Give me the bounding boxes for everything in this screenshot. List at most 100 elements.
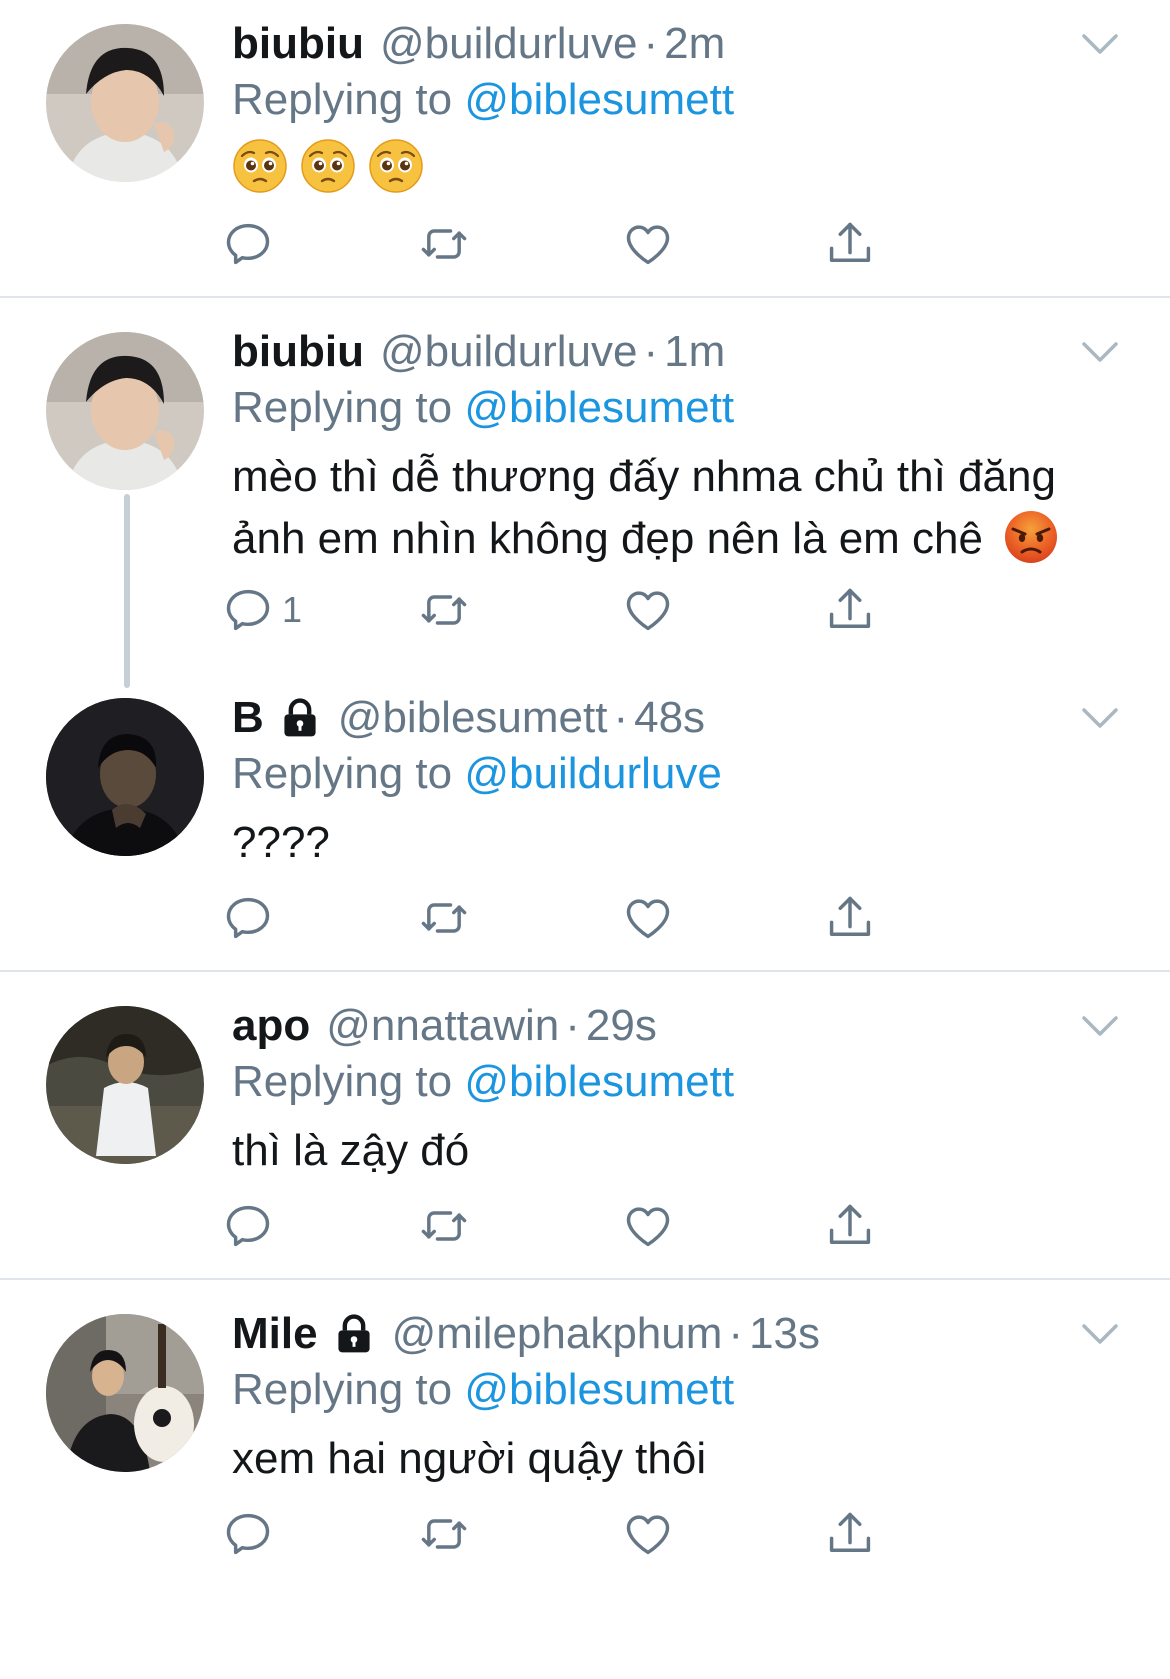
chevron-down-icon[interactable]: [1080, 704, 1120, 732]
retweet-button[interactable]: [418, 890, 470, 946]
tweet[interactable]: B @biblesumett · 48s Replying to @buildu…: [0, 684, 1170, 970]
user-handle[interactable]: @buildurluve: [380, 324, 637, 380]
replying-to-label: Replying to: [232, 749, 453, 798]
replying-to: Replying to @biblesumett: [232, 1362, 734, 1418]
replying-to: Replying to @biblesumett: [232, 380, 734, 436]
avatar[interactable]: [46, 24, 204, 182]
reply-button[interactable]: [222, 1198, 274, 1254]
replying-to-label: Replying to: [232, 383, 453, 432]
tweet-header: apo @nnattawin · 29s: [232, 998, 657, 1054]
avatar[interactable]: [46, 332, 204, 490]
tweet[interactable]: biubiu @buildurluve · 2m Replying to @bi…: [0, 0, 1170, 296]
like-button[interactable]: [622, 216, 674, 272]
replying-to: Replying to @buildurluve: [232, 746, 722, 802]
reply-icon: [222, 1508, 274, 1560]
reply-icon: [222, 584, 274, 636]
like-button[interactable]: [622, 890, 674, 946]
retweet-button[interactable]: [418, 1198, 470, 1254]
timestamp[interactable]: 29s: [586, 998, 657, 1054]
reply-to-handle[interactable]: @biblesumett: [464, 1057, 734, 1106]
reply-icon: [222, 218, 274, 270]
replying-to-label: Replying to: [232, 1057, 453, 1106]
like-button[interactable]: [622, 1506, 674, 1562]
timestamp[interactable]: 1m: [664, 324, 725, 380]
tweet-text-content: mèo thì dễ thương đấy nhma chủ thì đăng …: [232, 452, 1056, 563]
chevron-down-icon[interactable]: [1080, 30, 1120, 58]
tweet-text-content: ????: [232, 818, 330, 867]
separator-dot: ·: [728, 1309, 744, 1358]
tweet[interactable]: apo @nnattawin · 29s Replying to @bibles…: [0, 972, 1170, 1278]
user-handle[interactable]: @nnattawin: [326, 998, 559, 1054]
share-button[interactable]: [824, 582, 876, 638]
chevron-down-icon[interactable]: [1080, 338, 1120, 366]
tweet-text-content: thì là zậy đó: [232, 1126, 470, 1175]
lock-icon: [332, 1312, 376, 1356]
retweet-icon: [418, 584, 470, 636]
share-button[interactable]: [824, 1198, 876, 1254]
pleading-face-emoji: [232, 138, 288, 194]
like-icon: [622, 218, 674, 270]
retweet-button[interactable]: [418, 582, 470, 638]
tweet[interactable]: Mile @milephakphum · 13s Replying to @bi…: [0, 1280, 1170, 1679]
share-icon: [824, 1508, 876, 1560]
action-bar: [232, 1198, 952, 1254]
timestamp[interactable]: 2m: [664, 16, 725, 72]
user-handle[interactable]: @biblesumett: [338, 690, 608, 746]
tweet-text: xem hai người quậy thôi: [232, 1428, 1132, 1490]
user-handle[interactable]: @buildurluve: [380, 16, 637, 72]
timestamp[interactable]: 13s: [749, 1306, 820, 1362]
tweet-text-content: xem hai người quậy thôi: [232, 1434, 707, 1483]
reply-to-handle[interactable]: @buildurluve: [464, 749, 721, 798]
tweet-header: Mile @milephakphum · 13s: [232, 1306, 820, 1362]
replying-to-label: Replying to: [232, 1365, 453, 1414]
replying-to: Replying to @biblesumett: [232, 72, 734, 128]
reply-button[interactable]: [222, 216, 274, 272]
action-bar: [232, 1506, 952, 1562]
share-button[interactable]: [824, 1506, 876, 1562]
lock-icon: [278, 696, 322, 740]
separator-dot: ·: [643, 19, 659, 68]
display-name[interactable]: biubiu: [232, 16, 364, 72]
tweet[interactable]: biubiu @buildurluve · 1m Replying to @bi…: [0, 298, 1170, 688]
display-name[interactable]: Mile: [232, 1306, 318, 1362]
reply-to-handle[interactable]: @biblesumett: [464, 383, 734, 432]
share-icon: [824, 584, 876, 636]
like-icon: [622, 892, 674, 944]
separator-dot: ·: [613, 693, 629, 742]
avatar[interactable]: [46, 1314, 204, 1472]
avatar[interactable]: [46, 1006, 204, 1164]
avatar[interactable]: [46, 698, 204, 856]
share-icon: [824, 892, 876, 944]
tweet-header: B @biblesumett · 48s: [232, 690, 705, 746]
reply-to-handle[interactable]: @biblesumett: [464, 75, 734, 124]
reply-to-handle[interactable]: @biblesumett: [464, 1365, 734, 1414]
like-icon: [622, 584, 674, 636]
share-icon: [824, 1200, 876, 1252]
retweet-icon: [418, 218, 470, 270]
retweet-button[interactable]: [418, 216, 470, 272]
thread-line: [124, 494, 130, 688]
reply-button[interactable]: [222, 1506, 274, 1562]
retweet-button[interactable]: [418, 1506, 470, 1562]
retweet-icon: [418, 1508, 470, 1560]
like-button[interactable]: [622, 1198, 674, 1254]
chevron-down-icon[interactable]: [1080, 1012, 1120, 1040]
share-button[interactable]: [824, 216, 876, 272]
replying-to-label: Replying to: [232, 75, 453, 124]
user-handle[interactable]: @milephakphum: [392, 1306, 723, 1362]
like-button[interactable]: [622, 582, 674, 638]
timestamp[interactable]: 48s: [634, 690, 705, 746]
display-name[interactable]: apo: [232, 998, 310, 1054]
share-icon: [824, 218, 876, 270]
tweet-text: [232, 138, 1132, 200]
reply-button[interactable]: [222, 890, 274, 946]
share-button[interactable]: [824, 890, 876, 946]
display-name[interactable]: biubiu: [232, 324, 364, 380]
separator-dot: ·: [565, 1001, 580, 1050]
tweet-text: thì là zậy đó: [232, 1120, 1132, 1182]
reply-button[interactable]: 1: [222, 582, 302, 638]
pleading-face-emoji: [300, 138, 356, 194]
replying-to: Replying to @biblesumett: [232, 1054, 734, 1110]
display-name[interactable]: B: [232, 690, 264, 746]
chevron-down-icon[interactable]: [1080, 1320, 1120, 1348]
